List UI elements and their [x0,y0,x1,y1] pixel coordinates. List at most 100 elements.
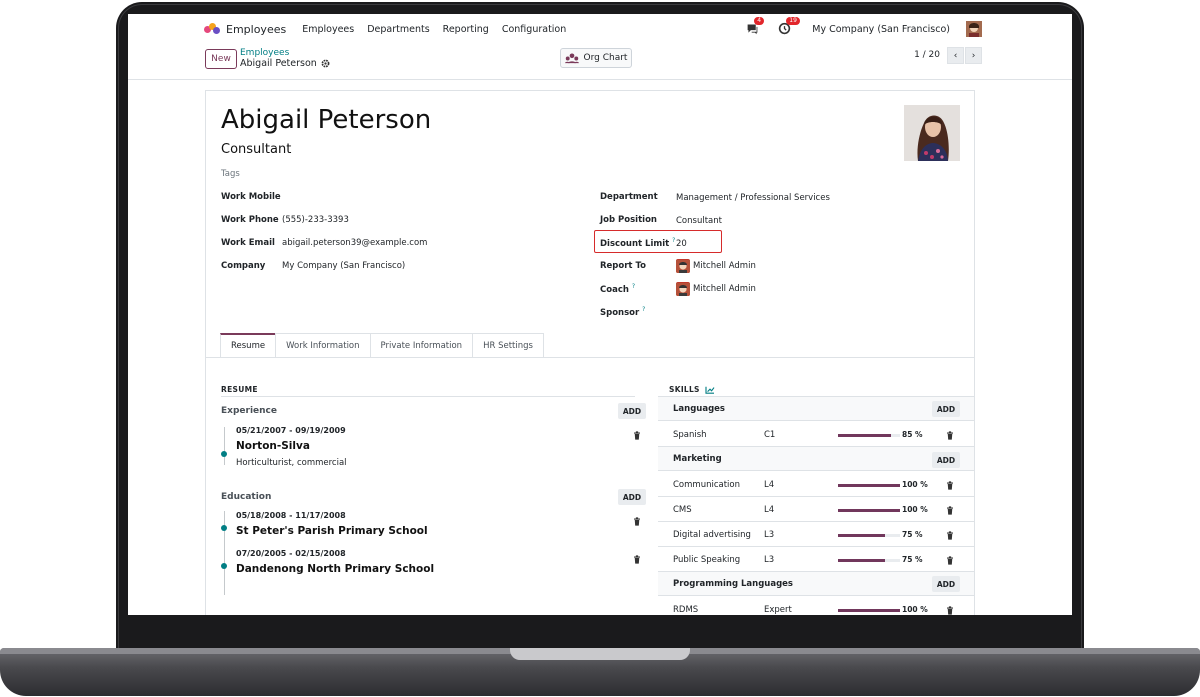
skill-row[interactable]: Digital advertising L3 75 % [658,522,974,547]
coach-label-text: Coach [600,284,629,295]
trash-icon[interactable] [633,517,641,526]
sponsor-label: Sponsor ? [600,306,645,318]
work-phone-value[interactable]: (555)-233-3393 [282,215,349,225]
add-education-button[interactable]: ADD [618,489,646,505]
menu-employees[interactable]: Employees [302,24,354,35]
add-experience-button[interactable]: ADD [618,403,646,419]
tab-resume[interactable]: Resume [220,333,277,357]
skill-progress-bar [838,509,900,512]
skills-section-title: SKILLS [669,385,715,394]
gear-icon[interactable] [321,59,330,68]
org-chart-button[interactable]: Org Chart [560,48,632,68]
trash-icon[interactable] [633,431,641,440]
menu-configuration[interactable]: Configuration [502,24,566,35]
employee-name[interactable]: Abigail Peterson [221,105,431,135]
skill-row[interactable]: RDMS Expert 100 % [658,597,974,615]
work-phone-label: Work Phone [221,215,279,225]
trash-icon[interactable] [633,555,641,564]
experience-title-text[interactable]: Norton-Silva [236,440,310,452]
report-to-value[interactable]: Mitchell Admin [693,261,756,271]
pager-value[interactable]: 1 / 20 [914,50,940,60]
discount-limit-label-text: Discount Limit [600,238,670,249]
skill-level: C1 [764,430,776,440]
skill-progress-bar [838,484,900,487]
tags-field[interactable]: Tags [221,169,240,179]
discount-limit-help-icon[interactable]: ? [672,237,675,244]
tab-work-information[interactable]: Work Information [275,333,371,357]
skill-row[interactable]: Public Speaking L3 75 % [658,547,974,572]
work-email-value[interactable]: abigail.peterson39@example.com [282,238,427,248]
user-avatar[interactable] [966,21,982,37]
skill-name: CMS [673,505,692,515]
tab-hr-settings[interactable]: HR Settings [472,333,544,357]
skill-row[interactable]: Communication L4 100 % [658,472,974,497]
skill-progress-fill [838,609,900,612]
coach-help-icon[interactable]: ? [632,283,635,290]
skill-percent: 75 % [902,530,923,539]
sponsor-label-text: Sponsor [600,307,640,318]
skill-percent: 75 % [902,555,923,564]
menu-departments[interactable]: Departments [367,24,429,35]
skill-row[interactable]: Spanish C1 85 % [658,422,974,447]
activities-button[interactable]: 19 [778,17,800,36]
trash-icon[interactable] [946,431,954,440]
company-value[interactable]: My Company (San Francisco) [282,261,405,271]
discount-limit-label: Discount Limit ? [600,237,675,249]
new-button[interactable]: New [205,49,237,69]
manager-avatar-icon [676,260,690,273]
skill-progress-bar [838,559,900,562]
skill-progress-fill [838,534,885,537]
employees-app-icon[interactable] [204,23,220,35]
skill-group-languages: Languages ADD [658,397,974,421]
coach-value[interactable]: Mitchell Admin [693,284,756,294]
skill-percent: 100 % [902,505,928,514]
tabs-divider [206,357,974,358]
education-title-text[interactable]: Dandenong North Primary School [236,563,434,575]
skill-progress-fill [838,434,891,437]
add-skill-button[interactable]: ADD [932,452,960,468]
skill-progress-bar [838,609,900,612]
skill-group-title: Marketing [673,454,722,464]
skill-group-title: Languages [673,404,725,414]
coach-avatar [676,282,690,296]
breadcrumb-parent[interactable]: Employees [240,48,289,58]
department-label: Department [600,192,658,202]
work-email-label: Work Email [221,238,275,248]
company-switcher[interactable]: My Company (San Francisco) [812,24,950,35]
company-label: Company [221,261,266,271]
skill-level: L4 [764,505,775,515]
messages-button[interactable]: 4 [746,17,765,36]
activities-badge: 19 [786,17,800,25]
tab-private-information[interactable]: Private Information [369,333,474,357]
job-position-value[interactable]: Consultant [676,216,722,226]
pager-previous-button[interactable]: ‹ [947,47,964,64]
skill-row[interactable]: CMS L4 100 % [658,497,974,522]
pager-next-button[interactable]: › [965,47,982,64]
trash-icon[interactable] [946,506,954,515]
trash-icon[interactable] [946,481,954,490]
education-title-text[interactable]: St Peter's Parish Primary School [236,525,428,537]
trash-icon[interactable] [946,606,954,615]
timeline-dot [221,563,227,569]
discount-limit-value[interactable]: 20 [676,239,687,249]
skill-progress-fill [838,509,900,512]
sponsor-help-icon[interactable]: ? [642,306,645,313]
chevron-right-icon: › [971,50,976,61]
trash-icon[interactable] [946,556,954,565]
resume-section-title: RESUME [221,385,258,394]
report-to-avatar [676,259,690,273]
job-position-label-text: Job Position [600,215,657,225]
trash-icon[interactable] [946,531,954,540]
add-skill-button[interactable]: ADD [932,576,960,592]
menu-reporting[interactable]: Reporting [443,24,489,35]
employee-photo[interactable] [904,105,960,161]
department-value[interactable]: Management / Professional Services [676,193,830,203]
app-title[interactable]: Employees [226,23,286,36]
line-chart-icon[interactable] [705,386,715,394]
form-tabs: Resume Work Information Private Informat… [220,333,544,357]
chevron-left-icon: ‹ [953,50,958,61]
employee-job-title[interactable]: Consultant [221,142,291,157]
add-skill-button[interactable]: ADD [932,401,960,417]
department-label-text: Department [600,192,658,202]
skills-title-text: SKILLS [669,385,700,394]
